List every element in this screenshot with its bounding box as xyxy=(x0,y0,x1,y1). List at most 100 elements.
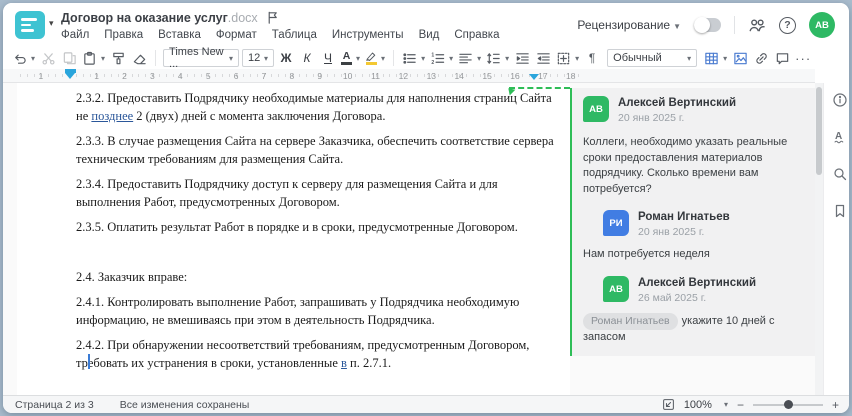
highlight-color-button[interactable]: ▾ xyxy=(364,48,386,68)
paste-button[interactable]: ▾ xyxy=(81,48,106,68)
document-paragraph[interactable]: 2.4.1. Контролировать выполнение Работ, … xyxy=(76,293,556,329)
document-paragraph[interactable]: 2.4. Заказчик вправе: xyxy=(76,268,556,286)
chevron-down-icon[interactable]: ▾ xyxy=(421,54,425,63)
text-cursor xyxy=(88,354,90,369)
chevron-down-icon[interactable]: ▾ xyxy=(381,54,385,63)
bullet-list-button[interactable]: ▾ xyxy=(401,48,426,68)
decrease-indent-button[interactable] xyxy=(513,48,531,68)
chevron-down-icon[interactable]: ▾ xyxy=(575,54,579,63)
comment-reply[interactable]: РИ Роман Игнатьев 20 янв 2025 г. Нам пот… xyxy=(583,210,803,263)
save-status: Все изменения сохранены xyxy=(119,398,250,411)
paragraph-text: 2.4.2. При обнаружении несоответствий тр… xyxy=(76,338,530,370)
chevron-down-icon[interactable]: ▾ xyxy=(724,400,728,409)
chevron-down-icon[interactable]: ▾ xyxy=(101,54,105,63)
flag-icon[interactable] xyxy=(265,10,280,25)
bold-button[interactable]: Ж xyxy=(278,51,294,65)
chevron-down-icon[interactable]: ▾ xyxy=(449,54,453,63)
document-paragraph[interactable] xyxy=(76,243,556,261)
ruler-number: 10 xyxy=(333,69,362,82)
work-area: 2.3.2. Предоставить Подрядчику необходим… xyxy=(3,82,849,395)
menu-item[interactable]: Вид xyxy=(419,29,440,41)
line-spacing-button[interactable]: ▾ xyxy=(485,48,510,68)
document-paragraph[interactable]: 2.4.2. При обнаружении несоответствий тр… xyxy=(76,336,556,372)
document-paragraph[interactable]: 2.3.5. Оплатить результат Работ в порядк… xyxy=(76,218,556,236)
menu-item[interactable]: Правка xyxy=(104,29,143,41)
font-name-select[interactable]: Times New ... ▾ xyxy=(163,46,240,70)
info-panel-icon[interactable] xyxy=(832,92,848,108)
underline-button[interactable]: Ч xyxy=(320,51,336,65)
app-window: ▾ Договор на оказание услуг.docx Файл Пра… xyxy=(3,3,849,413)
more-tools-button[interactable]: ··· xyxy=(794,48,812,68)
format-painter-button[interactable] xyxy=(109,48,127,68)
document-paragraph[interactable]: 2.3.2. Предоставить Подрядчику необходим… xyxy=(76,89,556,125)
font-color-button[interactable]: А ▾ xyxy=(340,48,361,68)
review-mode-button[interactable]: Рецензирование ▼ xyxy=(577,18,681,32)
comment-reply[interactable]: АВ Алексей Вертинский 26 май 2025 г. Ром… xyxy=(583,276,803,346)
right-indent-marker[interactable] xyxy=(529,74,539,82)
svg-text:2: 2 xyxy=(431,59,434,65)
scrollbar-thumb[interactable] xyxy=(816,87,822,175)
app-logo[interactable] xyxy=(15,11,45,39)
ruler-corner xyxy=(3,69,17,83)
document-paragraph[interactable]: 2.3.4. Предоставить Подрядчику доступ к … xyxy=(76,175,556,211)
menu-item[interactable]: Таблица xyxy=(272,29,317,41)
title-bar: ▾ Договор на оказание услуг.docx Файл Пра… xyxy=(3,3,849,47)
undo-button[interactable]: ▾ xyxy=(11,48,36,68)
insert-comment-button[interactable] xyxy=(773,48,791,68)
ruler-number: 5 xyxy=(194,69,223,82)
avatar: РИ xyxy=(603,210,629,237)
zoom-in-button[interactable]: + xyxy=(832,399,839,411)
ruler-number: 1 xyxy=(26,69,55,82)
comment-date: 20 янв 2025 г. xyxy=(618,112,685,124)
copy-button[interactable] xyxy=(60,48,78,68)
menu-item[interactable]: Формат xyxy=(216,29,257,41)
menu-item[interactable]: Инструменты xyxy=(332,29,404,41)
chevron-down-icon[interactable]: ▾ xyxy=(723,54,727,63)
divider xyxy=(155,50,157,66)
comment-thread[interactable]: АВ Алексей Вертинский 20 янв 2025 г. Кол… xyxy=(570,88,815,356)
chevron-down-icon[interactable]: ▾ xyxy=(477,54,481,63)
menu-item[interactable]: Справка xyxy=(454,29,499,41)
zoom-level[interactable]: 100% xyxy=(684,399,712,411)
comment-text: Коллеги, необходимо указать реальные сро… xyxy=(583,136,788,195)
zoom-slider[interactable] xyxy=(752,400,823,409)
logo-dropdown-caret-icon[interactable]: ▾ xyxy=(49,18,54,29)
menu-item[interactable]: Файл xyxy=(61,29,89,41)
review-toggle[interactable] xyxy=(694,17,721,33)
cut-button[interactable] xyxy=(39,48,57,68)
help-icon[interactable]: ? xyxy=(779,16,796,34)
document-paragraph[interactable]: 2.3.3. В случае размещения Сайта на серв… xyxy=(76,132,556,168)
chevron-down-icon[interactable]: ▾ xyxy=(505,54,509,63)
users-icon[interactable] xyxy=(748,16,766,34)
paragraph-style-select[interactable]: Обычный ▾ xyxy=(607,49,698,67)
chevron-down-icon[interactable]: ▾ xyxy=(31,54,35,63)
ruler-number: 15 xyxy=(473,69,502,82)
spellcheck-icon[interactable]: А xyxy=(832,129,848,145)
horizontal-ruler[interactable]: 21123456789101112131415161718 xyxy=(17,69,815,83)
italic-button[interactable]: К xyxy=(299,51,315,65)
menu-item[interactable]: Вставка xyxy=(158,29,201,41)
nonprinting-characters-button[interactable]: ¶ xyxy=(583,48,601,68)
insert-link-button[interactable] xyxy=(752,48,770,68)
user-avatar[interactable]: АВ xyxy=(809,12,835,38)
document-page[interactable]: 2.3.2. Предоставить Подрядчику необходим… xyxy=(17,83,570,395)
reply-text: Нам потребуется неделя xyxy=(583,248,710,261)
font-size-select[interactable]: 12 ▾ xyxy=(242,49,275,67)
fit-to-width-button[interactable] xyxy=(662,398,675,411)
increase-indent-button[interactable] xyxy=(534,48,552,68)
numbered-list-button[interactable]: 1 2 ▾ xyxy=(429,48,454,68)
left-indent-marker[interactable] xyxy=(65,73,75,82)
zoom-out-button[interactable]: − xyxy=(737,399,744,411)
ruler-number: 1 xyxy=(82,69,111,82)
chevron-down-icon[interactable]: ▾ xyxy=(356,54,360,63)
align-button[interactable]: ▾ xyxy=(457,48,482,68)
mention-pill[interactable]: Роман Игнатьев xyxy=(583,313,678,330)
insert-table-button[interactable]: ▾ xyxy=(703,48,728,68)
bookmark-icon[interactable] xyxy=(832,203,848,219)
paragraph-shading-button[interactable]: ▾ xyxy=(555,48,580,68)
zoom-slider-handle[interactable] xyxy=(784,400,794,409)
page-indicator[interactable]: Страница 2 из 3 xyxy=(15,399,94,411)
search-icon[interactable] xyxy=(832,166,848,182)
clear-style-eraser-button[interactable] xyxy=(130,48,148,68)
insert-image-button[interactable] xyxy=(731,48,749,68)
